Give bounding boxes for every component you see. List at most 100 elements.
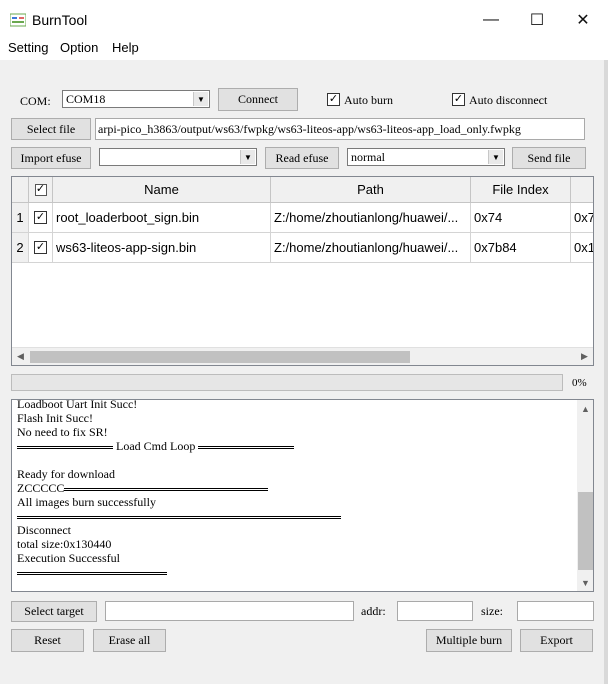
window-title: BurnTool [32, 12, 88, 28]
log-line: Loadboot Uart Init Succ! [17, 399, 572, 411]
menu-setting[interactable]: Setting [8, 40, 48, 55]
chevron-down-icon[interactable]: ▼ [488, 150, 503, 164]
size-label: size: [481, 604, 503, 618]
efuse-file-select[interactable]: ▼ [99, 148, 257, 166]
auto-disconnect-label: Auto disconnect [469, 93, 548, 107]
log-line: No need to fix SR! [17, 425, 572, 439]
log-text: Disconnect [17, 523, 71, 537]
table-cell-name[interactable]: ws63-liteos-app-sign.bin [53, 233, 271, 263]
close-button[interactable]: ✕ [560, 0, 606, 40]
log-separator [198, 445, 295, 449]
erase-all-button[interactable]: Erase all [93, 629, 166, 652]
log-output[interactable]: Loadboot Uart Init Succ! Flash Init Succ!… [11, 399, 594, 592]
progress-text: 0% [572, 377, 587, 389]
burn-progress-bar [11, 374, 563, 391]
log-text: ZCCCCC [17, 481, 65, 495]
log-line [17, 509, 572, 523]
log-text: All images burn successfully [17, 495, 156, 509]
log-line: Load Cmd Loop [17, 439, 572, 453]
log-text: Execution Successful [17, 551, 120, 565]
log-line [17, 565, 572, 579]
check-icon: ✓ [35, 241, 46, 253]
table-cell-extra[interactable]: 0x1 [571, 233, 593, 263]
log-text: Load Cmd Loop [113, 439, 199, 453]
table-cell-name[interactable]: root_loaderboot_sign.bin [53, 203, 271, 233]
table-horizontal-scrollbar[interactable]: ◀ ▶ [12, 347, 593, 365]
size-input[interactable] [517, 601, 594, 621]
scroll-up-icon[interactable]: ▲ [577, 400, 593, 417]
mode-select[interactable]: normal ▼ [347, 148, 505, 166]
log-text: Flash Init Succ! [17, 411, 93, 425]
file-path-input[interactable]: arpi-pico_h3863/output/ws63/fwpkg/ws63-l… [95, 118, 585, 140]
log-separator [64, 487, 269, 491]
log-text: Ready for download [17, 467, 115, 481]
table-row-checkbox-cell[interactable]: ✓ [29, 233, 53, 263]
select-all-checkbox[interactable]: ✓ [34, 183, 47, 196]
chevron-down-icon[interactable]: ▼ [240, 150, 255, 164]
row-number: 2 [12, 233, 29, 263]
multiple-burn-button[interactable]: Multiple burn [426, 629, 512, 652]
maximize-button[interactable]: ☐ [514, 0, 560, 40]
log-text: Loadboot Uart Init Succ! [17, 399, 138, 411]
select-target-button[interactable]: Select target [11, 601, 97, 622]
send-file-button[interactable]: Send file [512, 147, 586, 169]
addr-input[interactable] [397, 601, 473, 621]
scroll-thumb[interactable] [578, 492, 593, 570]
log-text: total size:0x130440 [17, 537, 112, 551]
check-icon: ✓ [453, 93, 464, 105]
app-icon [10, 13, 26, 27]
log-line: total size:0x130440 [17, 537, 572, 551]
table-cell-path[interactable]: Z:/home/zhoutianlong/huawei/... [271, 203, 471, 233]
scroll-thumb[interactable] [30, 351, 410, 363]
log-separator [17, 445, 113, 449]
table-cell-index[interactable]: 0x74 [471, 203, 571, 233]
reset-button[interactable]: Reset [11, 629, 84, 652]
auto-burn-checkbox[interactable]: ✓ [327, 93, 340, 106]
table-corner [12, 177, 29, 203]
scroll-right-icon[interactable]: ▶ [576, 348, 593, 365]
table-cell-index[interactable]: 0x7b84 [471, 233, 571, 263]
import-efuse-button[interactable]: Import efuse [11, 147, 91, 169]
check-icon: ✓ [35, 211, 46, 223]
log-line: Execution Successful [17, 551, 572, 565]
check-icon: ✓ [328, 93, 339, 105]
scroll-down-icon[interactable]: ▼ [577, 574, 593, 591]
column-header-path[interactable]: Path [271, 177, 471, 203]
file-table[interactable]: ✓ Name Path File Index 1 ✓ root_loaderbo… [11, 176, 594, 366]
export-button[interactable]: Export [520, 629, 593, 652]
log-line: Disconnect [17, 523, 572, 537]
target-input[interactable] [105, 601, 354, 621]
chevron-down-icon[interactable]: ▼ [193, 92, 208, 106]
log-separator [17, 571, 167, 575]
mode-select-value: normal [351, 150, 385, 164]
table-cell-extra[interactable]: 0x7 [571, 203, 593, 233]
check-icon: ✓ [35, 183, 46, 195]
column-header-name[interactable]: Name [53, 177, 271, 203]
scroll-left-icon[interactable]: ◀ [12, 348, 29, 365]
log-vertical-scrollbar[interactable]: ▲ ▼ [577, 400, 593, 591]
column-header-file-index[interactable]: File Index [471, 177, 571, 203]
menu-option[interactable]: Option [60, 40, 98, 55]
row-number: 1 [12, 203, 29, 233]
read-efuse-button[interactable]: Read efuse [265, 147, 339, 169]
log-line: Flash Init Succ! [17, 411, 572, 425]
minimize-button[interactable]: — [468, 0, 514, 40]
menu-help[interactable]: Help [112, 40, 139, 55]
auto-disconnect-checkbox[interactable]: ✓ [452, 93, 465, 106]
row-checkbox[interactable]: ✓ [34, 211, 47, 224]
addr-label: addr: [361, 604, 386, 618]
table-cell-path[interactable]: Z:/home/zhoutianlong/huawei/... [271, 233, 471, 263]
log-text: No need to fix SR! [17, 425, 108, 439]
column-header-extra[interactable] [571, 177, 593, 203]
row-checkbox[interactable]: ✓ [34, 241, 47, 254]
log-lines: Loadboot Uart Init Succ! Flash Init Succ!… [17, 399, 572, 579]
com-select-value: COM18 [66, 92, 106, 106]
log-line: Ready for download [17, 467, 572, 481]
select-file-button[interactable]: Select file [11, 118, 91, 140]
com-select[interactable]: COM18 ▼ [62, 90, 210, 108]
table-row-checkbox-cell[interactable]: ✓ [29, 203, 53, 233]
auto-burn-label: Auto burn [344, 93, 393, 107]
connect-button[interactable]: Connect [218, 88, 298, 111]
select-all-header[interactable]: ✓ [29, 177, 53, 203]
